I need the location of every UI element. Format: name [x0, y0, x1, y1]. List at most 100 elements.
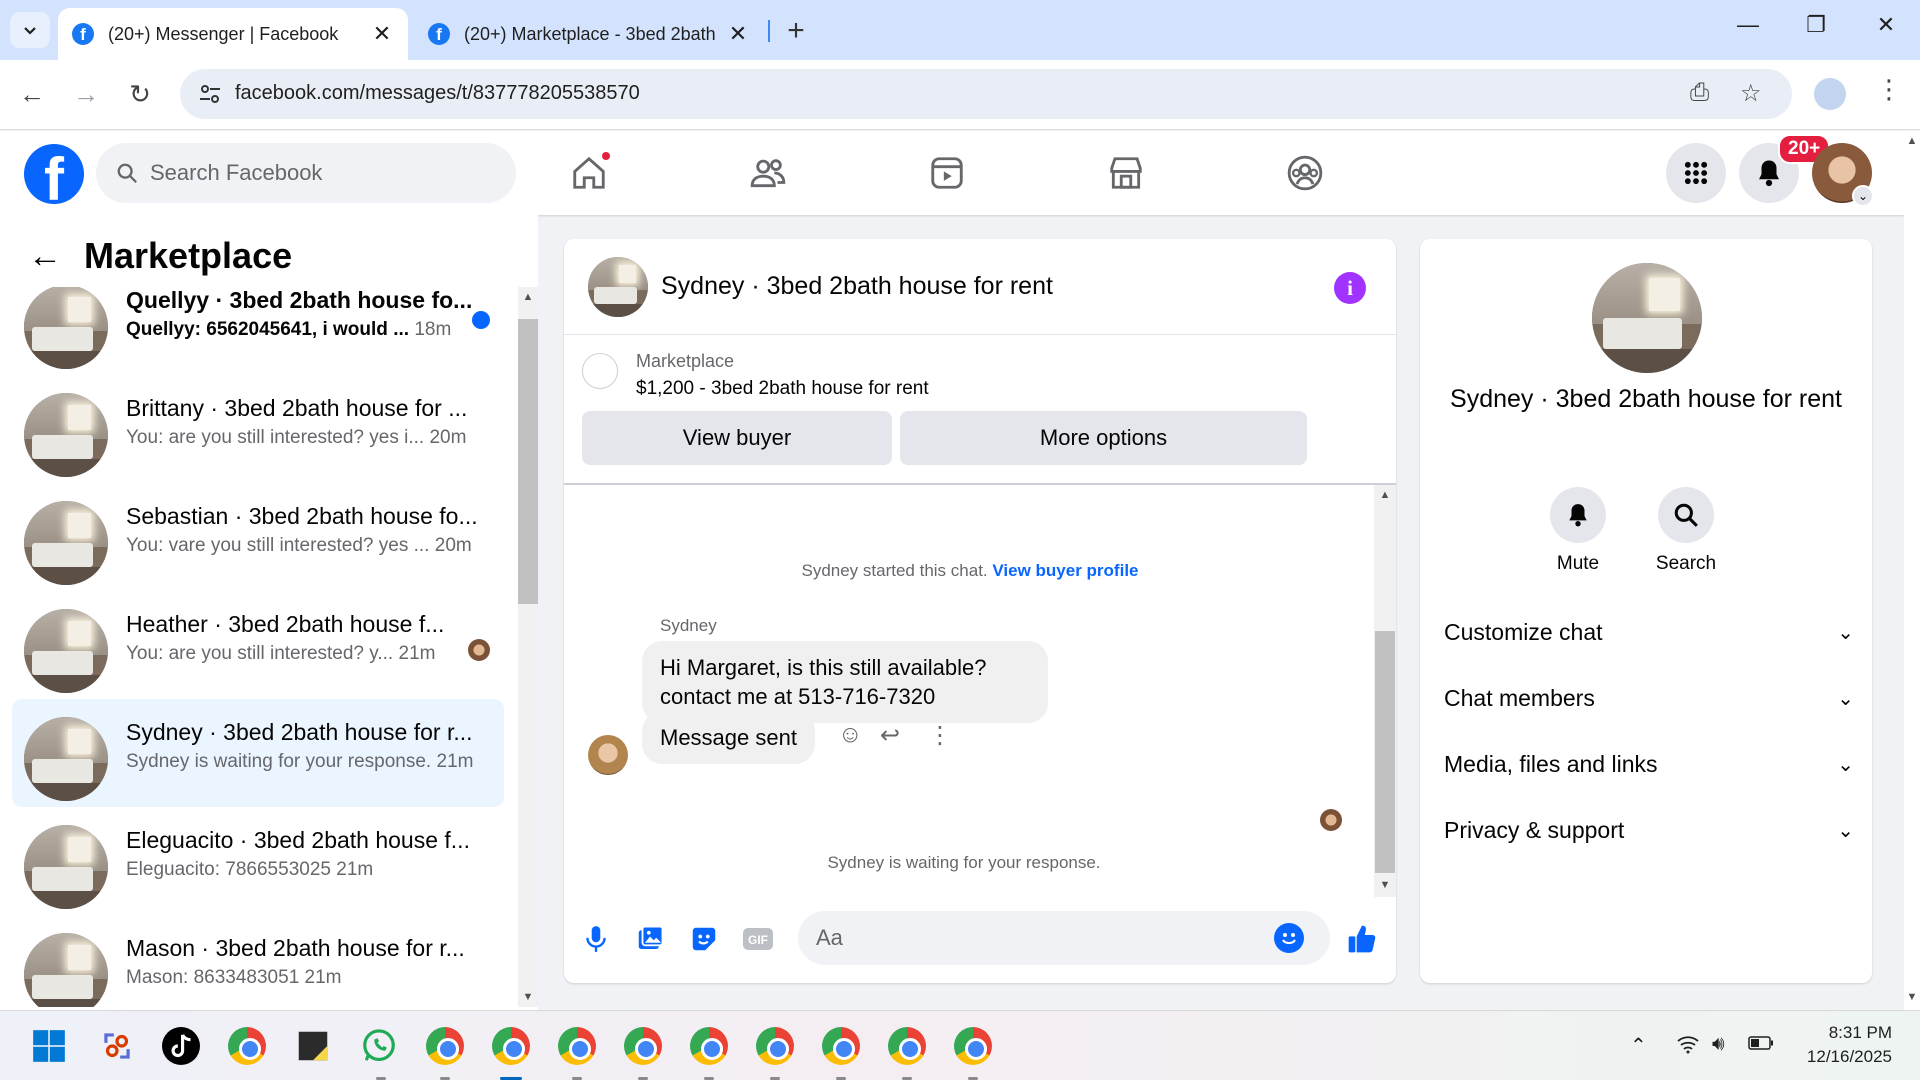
chrome-icon[interactable]: [954, 1027, 992, 1065]
groups-icon[interactable]: [1281, 149, 1329, 197]
close-window-button[interactable]: ✕: [1866, 12, 1906, 38]
chrome-icon[interactable]: [624, 1027, 662, 1065]
url-text[interactable]: facebook.com/messages/t/837778205538570: [235, 82, 640, 105]
scroll-up-icon[interactable]: ▲: [1904, 135, 1920, 147]
message-input-container[interactable]: [798, 911, 1330, 965]
more-actions-icon[interactable]: ⋮: [928, 721, 952, 750]
chrome-profile-icon[interactable]: [228, 1027, 266, 1065]
listing-price[interactable]: $1,200 - 3bed 2bath house for rent: [636, 378, 929, 400]
chrome-icon[interactable]: [888, 1027, 926, 1065]
menu-grid-button[interactable]: [1666, 143, 1726, 203]
scrollbar-thumb[interactable]: [518, 319, 538, 604]
media-files-section[interactable]: Media, files and links ⌄: [1444, 751, 1854, 778]
scroll-down-icon[interactable]: ▼: [518, 991, 538, 1003]
chat-scrollbar[interactable]: ▲ ▼: [1374, 485, 1396, 897]
mute-button[interactable]: Mute: [1538, 487, 1618, 575]
outgoing-message-bubble[interactable]: Message sent: [642, 711, 815, 764]
close-icon[interactable]: ✕: [726, 21, 750, 47]
privacy-support-section[interactable]: Privacy & support ⌄: [1444, 817, 1854, 844]
chat-members-section[interactable]: Chat members ⌄: [1444, 685, 1854, 712]
new-tab-button[interactable]: +: [780, 14, 812, 48]
scroll-up-icon[interactable]: ▲: [518, 291, 538, 303]
tab-messenger[interactable]: f (20+) Messenger | Facebook ✕: [58, 8, 408, 60]
sidebar-scrollbar[interactable]: ▲ ▼: [518, 287, 538, 1007]
address-bar[interactable]: facebook.com/messages/t/837778205538570 …: [180, 69, 1792, 119]
close-icon[interactable]: ✕: [370, 21, 394, 47]
bookmark-star-icon[interactable]: ☆: [1740, 79, 1762, 108]
message-input[interactable]: [816, 925, 1256, 951]
volume-icon[interactable]: 🔊︎: [1712, 1033, 1725, 1056]
wifi-icon[interactable]: [1676, 1033, 1700, 1061]
reply-icon[interactable]: ↩: [880, 721, 900, 750]
scroll-up-icon[interactable]: ▲: [1375, 489, 1395, 501]
view-buyer-profile-link[interactable]: View buyer profile: [992, 561, 1138, 580]
restore-button[interactable]: ❐: [1796, 12, 1836, 38]
video-icon[interactable]: [923, 149, 971, 197]
listing-thumbnail[interactable]: [588, 257, 648, 317]
conversation-item[interactable]: Quellyy · 3bed 2bath house fo... Quellyy…: [12, 287, 504, 375]
tiktok-icon[interactable]: [162, 1027, 200, 1065]
listing-select-radio[interactable]: [582, 353, 618, 389]
windows-start-icon[interactable]: [30, 1027, 68, 1065]
sticker-icon[interactable]: [688, 923, 720, 955]
conversation-item[interactable]: Heather · 3bed 2bath house f... You: are…: [12, 591, 504, 699]
chevron-down-icon[interactable]: ⌄: [1852, 185, 1874, 207]
scroll-down-icon[interactable]: ▼: [1904, 991, 1920, 1003]
customize-chat-section[interactable]: Customize chat ⌄: [1444, 619, 1854, 646]
scroll-down-icon[interactable]: ▼: [1375, 879, 1395, 891]
conversation-item[interactable]: Sebastian · 3bed 2bath house fo... You: …: [12, 483, 504, 591]
microphone-icon[interactable]: [580, 923, 612, 955]
conversation-time: 20m: [434, 535, 472, 556]
listing-card: Marketplace $1,200 - 3bed 2bath house fo…: [564, 335, 1396, 485]
chrome-icon[interactable]: [426, 1027, 464, 1065]
marketplace-icon[interactable]: [1102, 149, 1150, 197]
tab-search-button[interactable]: [10, 12, 50, 48]
conversation-item[interactable]: Mason · 3bed 2bath house for r... Mason:…: [12, 915, 504, 1007]
conversation-time: 18m: [414, 319, 452, 340]
friends-icon[interactable]: [744, 149, 792, 197]
info-icon[interactable]: i: [1334, 272, 1366, 304]
listing-thumbnail: [24, 825, 108, 909]
forward-button[interactable]: →: [68, 76, 104, 112]
scrollbar-thumb[interactable]: [1375, 631, 1395, 873]
view-buyer-button[interactable]: View buyer: [582, 411, 892, 465]
search-input[interactable]: [150, 160, 490, 186]
chrome-icon-active[interactable]: [492, 1027, 530, 1065]
react-icon[interactable]: ☺: [838, 721, 863, 749]
back-arrow-icon[interactable]: ←: [28, 237, 62, 276]
browser-profile-icon[interactable]: [1814, 78, 1846, 110]
sticky-notes-icon[interactable]: [294, 1027, 332, 1065]
browser-menu-icon[interactable]: ⋮: [1876, 74, 1902, 105]
conversation-item[interactable]: Eleguacito · 3bed 2bath house f... Elegu…: [12, 807, 504, 915]
conversation-item[interactable]: Brittany · 3bed 2bath house for ... You:…: [12, 375, 504, 483]
chrome-icon[interactable]: [690, 1027, 728, 1065]
snipping-tool-icon[interactable]: [98, 1027, 136, 1065]
more-options-button[interactable]: More options: [900, 411, 1307, 465]
thumbs-up-icon[interactable]: [1346, 923, 1378, 955]
chevron-up-icon[interactable]: ⌃: [1630, 1033, 1647, 1058]
battery-icon[interactable]: [1748, 1033, 1774, 1059]
emoji-icon[interactable]: [1274, 923, 1304, 953]
windows-taskbar: ⌃ 🔊︎ 8:31 PM 12/16/2025: [0, 1010, 1920, 1080]
chrome-icon[interactable]: [756, 1027, 794, 1065]
chrome-icon[interactable]: [822, 1027, 860, 1065]
whatsapp-icon[interactable]: [360, 1027, 398, 1065]
minimize-button[interactable]: —: [1728, 12, 1768, 38]
listing-thumbnail[interactable]: [1592, 263, 1702, 373]
system-clock[interactable]: 8:31 PM 12/16/2025: [1807, 1021, 1892, 1069]
facebook-search[interactable]: [96, 143, 516, 203]
install-app-icon[interactable]: ⎙: [1690, 79, 1709, 107]
search-in-chat-button[interactable]: Search: [1646, 487, 1726, 575]
chat-title[interactable]: Sydney · 3bed 2bath house for rent: [661, 272, 1053, 301]
back-button[interactable]: ←: [14, 76, 50, 112]
facebook-logo-icon[interactable]: f: [24, 144, 84, 204]
gif-icon[interactable]: GIF: [742, 923, 774, 955]
conversation-item-active[interactable]: Sydney · 3bed 2bath house for r... Sydne…: [12, 699, 504, 807]
sender-avatar[interactable]: [588, 735, 628, 775]
tab-marketplace[interactable]: f (20+) Marketplace - 3bed 2bath ✕: [414, 8, 764, 60]
site-info-icon[interactable]: [198, 82, 222, 106]
reload-button[interactable]: ↻: [122, 76, 158, 112]
page-scrollbar[interactable]: ▲ ▼: [1904, 131, 1920, 1010]
chrome-icon[interactable]: [558, 1027, 596, 1065]
photo-icon[interactable]: [634, 923, 666, 955]
